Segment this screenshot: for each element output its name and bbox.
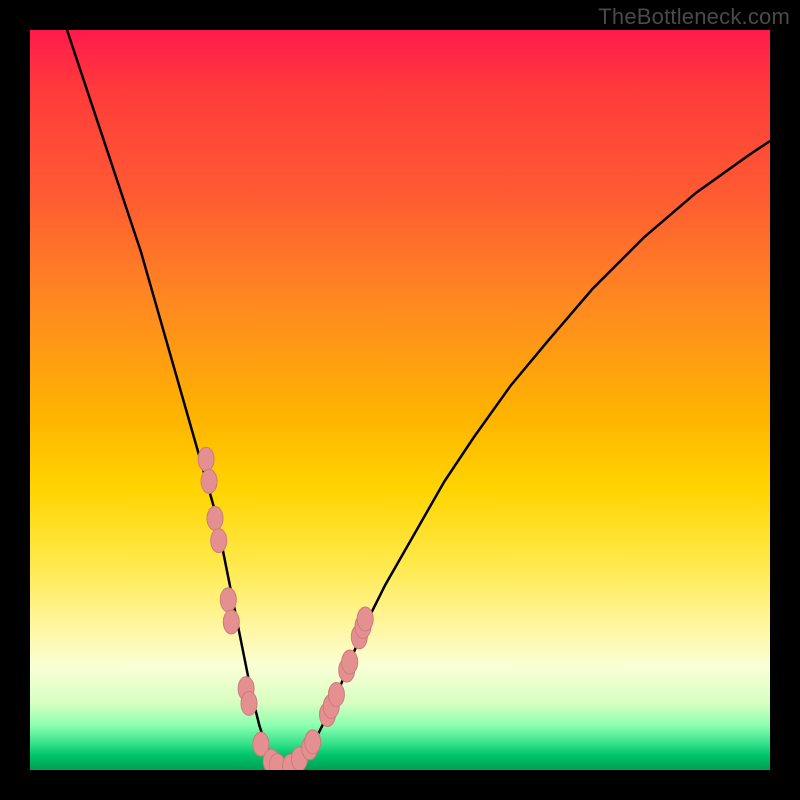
bead-marker [342,650,358,674]
bottleneck-curve-svg [30,30,770,770]
bead-marker [207,506,223,530]
watermark-text: TheBottleneck.com [598,4,790,30]
bead-marker [223,610,239,634]
bead-marker [328,683,344,707]
curve-beads [198,447,373,770]
bead-marker [198,447,214,471]
bead-marker [305,730,321,754]
curve-path [67,30,770,770]
bead-marker [357,607,373,631]
chart-frame: TheBottleneck.com [0,0,800,800]
bead-marker [241,691,257,715]
bead-marker [201,469,217,493]
bead-marker [211,529,227,553]
bead-marker [220,588,236,612]
plot-area [30,30,770,770]
